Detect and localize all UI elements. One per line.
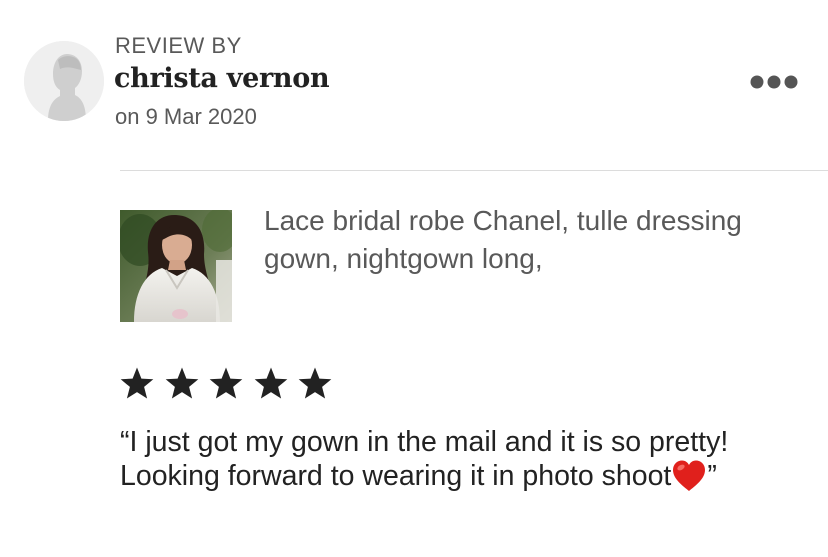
review-text-close-quote: ” bbox=[707, 460, 717, 492]
review-text: “I just got my gown in the mail and it i… bbox=[120, 425, 810, 493]
star-icon bbox=[119, 364, 155, 404]
ellipsis-icon bbox=[750, 75, 798, 89]
star-rating bbox=[119, 364, 342, 404]
star-icon bbox=[208, 364, 244, 404]
review-by-label: REVIEW BY bbox=[115, 33, 242, 58]
star-icon bbox=[253, 364, 289, 404]
reviewer-name[interactable]: christa vernon bbox=[114, 60, 330, 98]
review-text-body: “I just got my gown in the mail and it i… bbox=[120, 426, 729, 492]
red-heart-emoji bbox=[671, 459, 707, 493]
review-date: on 9 Mar 2020 bbox=[115, 104, 257, 129]
product-title-link[interactable]: Lace bridal robe Chanel, tulle dressing … bbox=[264, 202, 784, 278]
reviewer-avatar[interactable] bbox=[24, 41, 104, 121]
product-photo bbox=[120, 210, 232, 322]
person-silhouette-icon bbox=[24, 41, 104, 121]
more-options-button[interactable] bbox=[744, 66, 804, 98]
star-icon bbox=[164, 364, 200, 404]
star-icon bbox=[297, 364, 333, 404]
product-thumbnail[interactable] bbox=[120, 210, 232, 322]
section-divider bbox=[120, 170, 828, 171]
